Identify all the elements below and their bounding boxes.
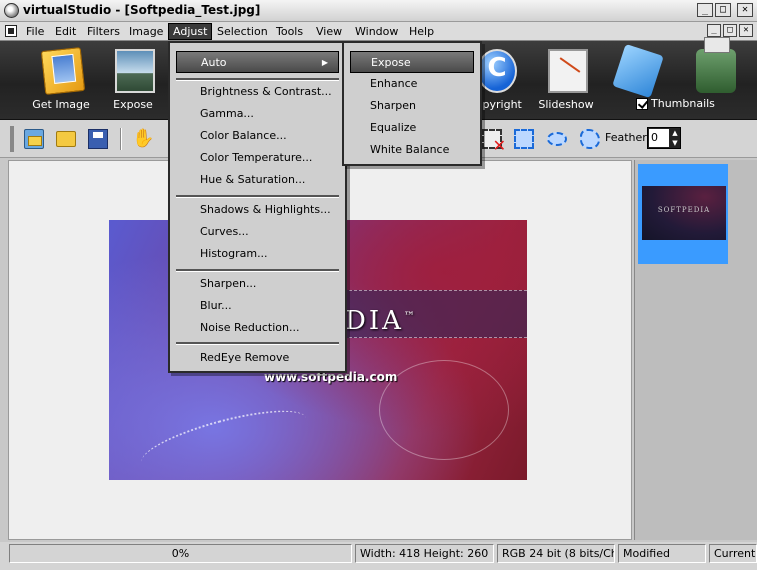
menu-help[interactable]: Help bbox=[405, 24, 438, 39]
submenu-arrow-icon: ▶ bbox=[321, 58, 328, 67]
menu-filters[interactable]: Filters bbox=[83, 24, 124, 39]
ellipse-select-icon[interactable] bbox=[547, 132, 567, 146]
menu-window[interactable]: Window bbox=[351, 24, 402, 39]
image-arc-decoration bbox=[379, 360, 509, 460]
toolbar-grip[interactable] bbox=[10, 126, 14, 152]
auto-submenu-item-expose[interactable]: Expose bbox=[350, 51, 474, 73]
thumbnail-panel: SOFTPEDIA bbox=[634, 160, 757, 540]
expose-label: Expose bbox=[113, 98, 153, 111]
save-icon[interactable] bbox=[88, 129, 108, 149]
maximize-button[interactable]: □ bbox=[715, 3, 731, 17]
image-logo-text: DIA™ bbox=[345, 306, 418, 336]
adjust-menu-item-curves[interactable]: Curves... bbox=[170, 221, 345, 243]
adjust-menu-item-histogram[interactable]: Histogram... bbox=[170, 243, 345, 265]
doc-close-button[interactable]: ✕ bbox=[739, 24, 753, 37]
adjust-menu-item-shadows-highlights[interactable]: Shadows & Highlights... bbox=[170, 199, 345, 221]
expose-button[interactable]: Expose bbox=[95, 41, 171, 117]
lasso-select-icon[interactable] bbox=[580, 129, 600, 149]
toolbar-separator bbox=[120, 128, 122, 150]
email-icon bbox=[612, 43, 664, 99]
adjust-menu: Auto ▶ Brightness & Contrast... Gamma...… bbox=[168, 41, 347, 373]
thumbnails-toggle[interactable]: Thumbnails bbox=[636, 97, 715, 110]
menu-image[interactable]: Image bbox=[125, 24, 167, 39]
adjust-menu-item-gamma[interactable]: Gamma... bbox=[170, 103, 345, 125]
menu-edit[interactable]: Edit bbox=[51, 24, 80, 39]
window-controls: _ □ ✕ bbox=[697, 3, 753, 17]
crop-cancel-icon[interactable] bbox=[482, 129, 506, 153]
minimize-button[interactable]: _ bbox=[697, 3, 713, 17]
folder-photo-icon bbox=[40, 47, 86, 95]
feather-input[interactable]: 0 bbox=[649, 129, 669, 147]
status-modified: Modified bbox=[618, 544, 706, 563]
status-bar: 0% Width: 418 Height: 260 RGB 24 bit (8 … bbox=[0, 542, 757, 570]
menu-separator bbox=[176, 195, 339, 198]
auto-submenu-item-white-balance[interactable]: White Balance bbox=[344, 139, 480, 161]
menu-tools[interactable]: Tools bbox=[272, 24, 307, 39]
auto-submenu-item-equalize[interactable]: Equalize bbox=[344, 117, 480, 139]
adjust-menu-item-auto[interactable]: Auto ▶ bbox=[176, 51, 339, 73]
adjust-menu-item-color-temperature[interactable]: Color Temperature... bbox=[170, 147, 345, 169]
thumbnails-label: Thumbnails bbox=[651, 97, 715, 110]
document-menu-icon[interactable] bbox=[5, 25, 17, 37]
menu-file[interactable]: File bbox=[22, 24, 48, 39]
menu-separator bbox=[176, 269, 339, 272]
menu-adjust[interactable]: Adjust bbox=[167, 23, 213, 40]
menu-bar: File Edit Filters Image Adjust Selection… bbox=[0, 22, 757, 41]
adjust-menu-item-hue-saturation[interactable]: Hue & Saturation... bbox=[170, 169, 345, 191]
doc-restore-button[interactable]: □ bbox=[723, 24, 737, 37]
adjust-menu-item-sharpen[interactable]: Sharpen... bbox=[170, 273, 345, 295]
image-dots-decoration bbox=[136, 398, 312, 480]
open-folder-icon[interactable] bbox=[56, 131, 76, 147]
app-logo-icon[interactable] bbox=[4, 3, 19, 18]
document-window-controls: _ □ ✕ bbox=[707, 24, 753, 37]
thumbnails-checkbox[interactable] bbox=[636, 97, 648, 110]
title-bar: virtualStudio - [Softpedia_Test.jpg] _ □… bbox=[0, 0, 757, 22]
close-button[interactable]: ✕ bbox=[737, 3, 753, 17]
thumbnail-selected[interactable]: SOFTPEDIA bbox=[638, 164, 728, 264]
adjust-menu-item-brightness-contrast[interactable]: Brightness & Contrast... bbox=[170, 81, 345, 103]
menu-separator bbox=[176, 342, 339, 345]
menu-view[interactable]: View bbox=[312, 24, 346, 39]
auto-submenu: Expose Enhance Sharpen Equalize White Ba… bbox=[342, 41, 482, 166]
auto-submenu-item-sharpen[interactable]: Sharpen bbox=[344, 95, 480, 117]
status-current: Current: bbox=[709, 544, 757, 563]
printer-icon bbox=[696, 37, 736, 93]
doc-minimize-button[interactable]: _ bbox=[707, 24, 721, 37]
thumbnail-image: SOFTPEDIA bbox=[642, 186, 726, 240]
window-title: virtualStudio - [Softpedia_Test.jpg] bbox=[23, 3, 261, 17]
feather-stepper[interactable]: 0 ▲ ▼ bbox=[647, 127, 681, 149]
adjust-menu-item-blur[interactable]: Blur... bbox=[170, 295, 345, 317]
adjust-menu-item-color-balance[interactable]: Color Balance... bbox=[170, 125, 345, 147]
get-image-button[interactable]: Get Image bbox=[23, 41, 99, 117]
slideshow-button[interactable]: Slideshow bbox=[528, 41, 604, 117]
feather-label: Feather: bbox=[605, 131, 651, 144]
slideshow-label: Slideshow bbox=[538, 98, 594, 111]
status-color-mode: RGB 24 bit (8 bits/Ch) bbox=[497, 544, 615, 563]
hand-tool-icon[interactable]: ✋ bbox=[132, 129, 154, 149]
landscape-photo-icon bbox=[115, 49, 155, 93]
adjust-menu-item-noise-reduction[interactable]: Noise Reduction... bbox=[170, 317, 345, 339]
get-image-label: Get Image bbox=[32, 98, 90, 111]
status-dimensions: Width: 418 Height: 260 bbox=[355, 544, 494, 563]
adjust-menu-item-redeye-remove[interactable]: RedEye Remove bbox=[170, 347, 345, 369]
menu-selection[interactable]: Selection bbox=[213, 24, 272, 39]
auto-submenu-item-enhance[interactable]: Enhance bbox=[344, 73, 480, 95]
copyright-icon: C bbox=[477, 49, 517, 93]
feather-decrement-button[interactable]: ▼ bbox=[670, 138, 680, 148]
rectangle-select-icon[interactable] bbox=[514, 129, 534, 149]
open-image-icon[interactable] bbox=[24, 129, 44, 149]
status-progress: 0% bbox=[9, 544, 352, 563]
slideshow-screen-icon bbox=[548, 49, 588, 93]
feather-increment-button[interactable]: ▲ bbox=[670, 128, 680, 138]
